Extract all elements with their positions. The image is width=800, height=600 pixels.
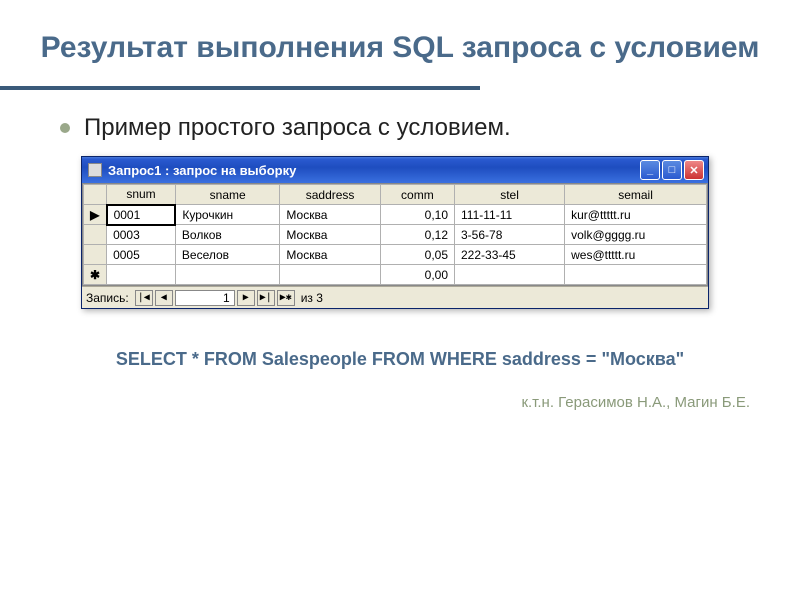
table-row[interactable]: ▶ 0001 Курочкин Москва 0,10 111-11-11 ku… — [84, 205, 707, 225]
cell[interactable] — [280, 265, 380, 285]
cell[interactable]: 3-56-78 — [455, 225, 565, 245]
bullet-icon — [60, 123, 70, 133]
nav-record-field[interactable]: 1 — [175, 290, 235, 306]
cell[interactable]: 0,10 — [380, 205, 454, 225]
nav-count: из 3 — [301, 291, 323, 305]
corner-header[interactable] — [84, 185, 107, 205]
row-selector[interactable] — [84, 245, 107, 265]
table-row[interactable]: 0005 Веселов Москва 0,05 222-33-45 wes@t… — [84, 245, 707, 265]
close-button[interactable]: ✕ — [684, 160, 704, 180]
cell[interactable]: Волков — [175, 225, 280, 245]
bullet-item: Пример простого запроса с условием. — [0, 114, 800, 142]
nav-new-button[interactable]: ▶✱ — [277, 290, 295, 306]
row-selector[interactable]: ▶ — [84, 205, 107, 225]
row-selector[interactable]: ✱ — [84, 265, 107, 285]
slide-footer: к.т.н. Герасимов Н.А., Магин Б.Е. — [0, 394, 800, 411]
maximize-button[interactable]: □ — [662, 160, 682, 180]
slide-title: Результат выполнения SQL запроса с услов… — [0, 30, 800, 66]
titlebar: Запрос1 : запрос на выборку _ □ ✕ — [82, 157, 708, 183]
cell[interactable]: 0,05 — [380, 245, 454, 265]
col-header-stel[interactable]: stel — [455, 185, 565, 205]
cell[interactable]: Веселов — [175, 245, 280, 265]
table-row[interactable]: 0003 Волков Москва 0,12 3-56-78 volk@ggg… — [84, 225, 707, 245]
cell[interactable]: Москва — [280, 245, 380, 265]
cell[interactable]: Москва — [280, 225, 380, 245]
cell[interactable]: Курочкин — [175, 205, 280, 225]
cell[interactable]: 0001 — [107, 205, 176, 225]
cell[interactable]: Москва — [280, 205, 380, 225]
cell[interactable]: kur@ttttt.ru — [565, 205, 707, 225]
access-window: Запрос1 : запрос на выборку _ □ ✕ snum s… — [81, 156, 709, 309]
nav-next-button[interactable]: ▶ — [237, 290, 255, 306]
nav-label: Запись: — [86, 291, 129, 305]
table-row-new[interactable]: ✱ 0,00 — [84, 265, 707, 285]
cell[interactable]: 222-33-45 — [455, 245, 565, 265]
cell[interactable]: 0005 — [107, 245, 176, 265]
bullet-text: Пример простого запроса с условием. — [84, 114, 511, 142]
record-navigator: Запись: |◀ ◀ 1 ▶ ▶| ▶✱ из 3 — [82, 286, 708, 308]
divider — [0, 86, 480, 90]
nav-last-button[interactable]: ▶| — [257, 290, 275, 306]
col-header-comm[interactable]: comm — [380, 185, 454, 205]
row-selector[interactable] — [84, 225, 107, 245]
cell[interactable]: 0003 — [107, 225, 176, 245]
col-header-saddress[interactable]: saddress — [280, 185, 380, 205]
col-header-semail[interactable]: semail — [565, 185, 707, 205]
window-title: Запрос1 : запрос на выборку — [108, 163, 640, 178]
sql-statement: SELECT * FROM Salespeople FROM WHERE sad… — [0, 349, 800, 370]
app-icon — [88, 163, 102, 177]
cell[interactable]: 111-11-11 — [455, 205, 565, 225]
minimize-button[interactable]: _ — [640, 160, 660, 180]
datasheet-grid[interactable]: snum sname saddress comm stel semail ▶ 0… — [82, 183, 708, 286]
cell[interactable] — [107, 265, 176, 285]
nav-first-button[interactable]: |◀ — [135, 290, 153, 306]
col-header-snum[interactable]: snum — [107, 185, 176, 205]
cell[interactable]: volk@gggg.ru — [565, 225, 707, 245]
cell[interactable] — [175, 265, 280, 285]
cell[interactable] — [565, 265, 707, 285]
nav-prev-button[interactable]: ◀ — [155, 290, 173, 306]
cell[interactable]: 0,00 — [380, 265, 454, 285]
cell[interactable]: wes@ttttt.ru — [565, 245, 707, 265]
cell[interactable]: 0,12 — [380, 225, 454, 245]
col-header-sname[interactable]: sname — [175, 185, 280, 205]
cell[interactable] — [455, 265, 565, 285]
